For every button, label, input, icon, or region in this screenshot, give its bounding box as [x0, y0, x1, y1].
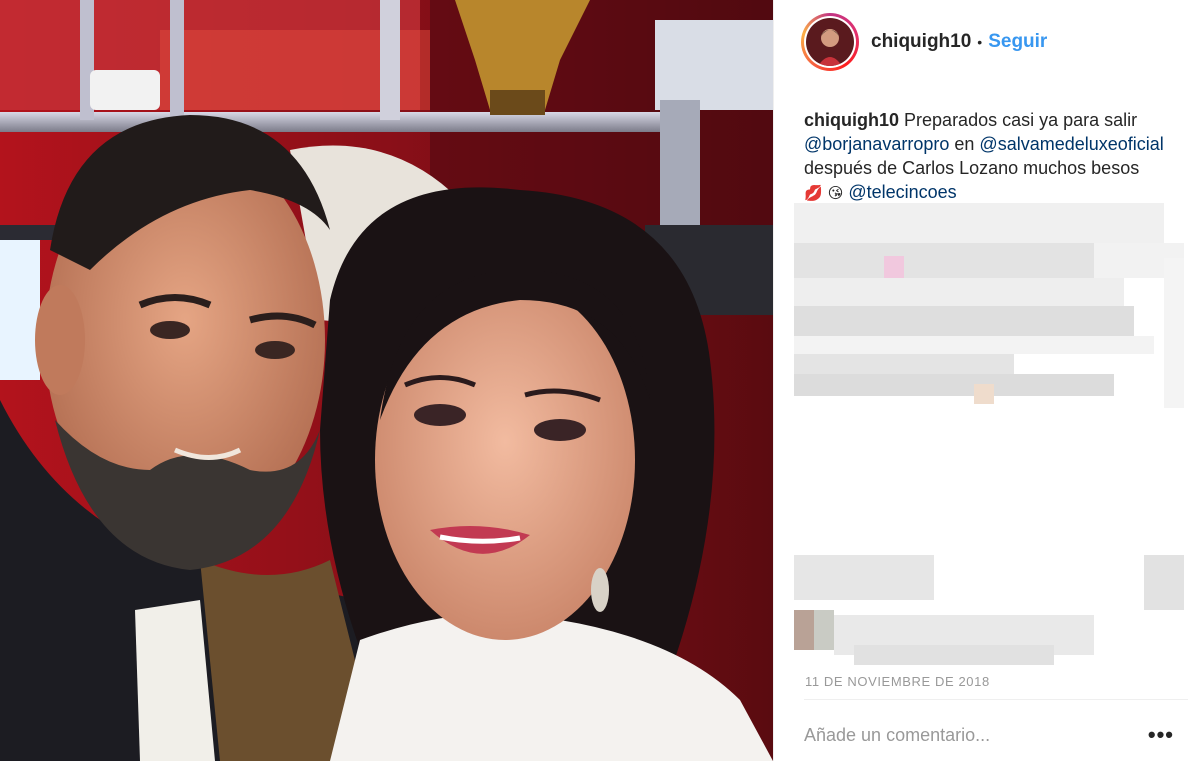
pixel-block: [814, 610, 834, 650]
post-date[interactable]: 11 DE NOVIEMBRE DE 2018: [805, 674, 990, 689]
caption-text-3: después de Carlos Lozano muchos besos: [804, 158, 1140, 178]
post-side-panel: chiquigh10 • Seguir chiquigh10 Preparado…: [773, 0, 1200, 761]
pixel-block: [1164, 258, 1184, 408]
caption-mention-1[interactable]: @borjanavarropro: [804, 134, 949, 154]
pixel-block: [794, 243, 1094, 278]
header-separator: •: [977, 34, 983, 50]
header-username[interactable]: chiquigh10: [871, 31, 971, 53]
pixel-block: [974, 384, 994, 404]
caption-text-1: Preparados casi ya para salir: [904, 110, 1138, 130]
avatar[interactable]: [801, 13, 859, 71]
instagram-post-view: chiquigh10 • Seguir chiquigh10 Preparado…: [0, 0, 1200, 761]
more-options-icon[interactable]: •••: [1148, 724, 1174, 746]
censored-comments-bottom: [794, 555, 1184, 670]
pixel-block: [794, 336, 1154, 354]
pixel-block: [794, 203, 1164, 243]
post-header: chiquigh10 • Seguir: [774, 0, 1200, 84]
selfie-image: [0, 0, 773, 761]
post-caption: chiquigh10 Preparados casi ya para salir…: [804, 108, 1189, 206]
avatar-frame: [804, 16, 856, 68]
pixel-block: [794, 278, 1124, 306]
caption-mention-2[interactable]: @salvamedeluxeoficial: [979, 134, 1163, 154]
caption-text-2: en: [954, 134, 975, 154]
pixel-block: [1144, 555, 1184, 610]
comment-input[interactable]: [804, 724, 1104, 746]
post-photo[interactable]: [0, 0, 773, 761]
pixel-block: [854, 645, 1054, 665]
follow-button[interactable]: Seguir: [988, 31, 1047, 53]
pixel-block: [794, 306, 1134, 336]
caption-username[interactable]: chiquigh10: [804, 110, 899, 130]
pixel-block: [794, 610, 814, 650]
pixel-block: [794, 354, 1014, 374]
pixel-block: [794, 374, 1114, 396]
pixel-block: [794, 555, 934, 600]
divider: [804, 699, 1188, 700]
censored-comments-top: [794, 198, 1184, 418]
profile-avatar-image: [806, 18, 854, 66]
comment-bar: •••: [804, 722, 1174, 748]
